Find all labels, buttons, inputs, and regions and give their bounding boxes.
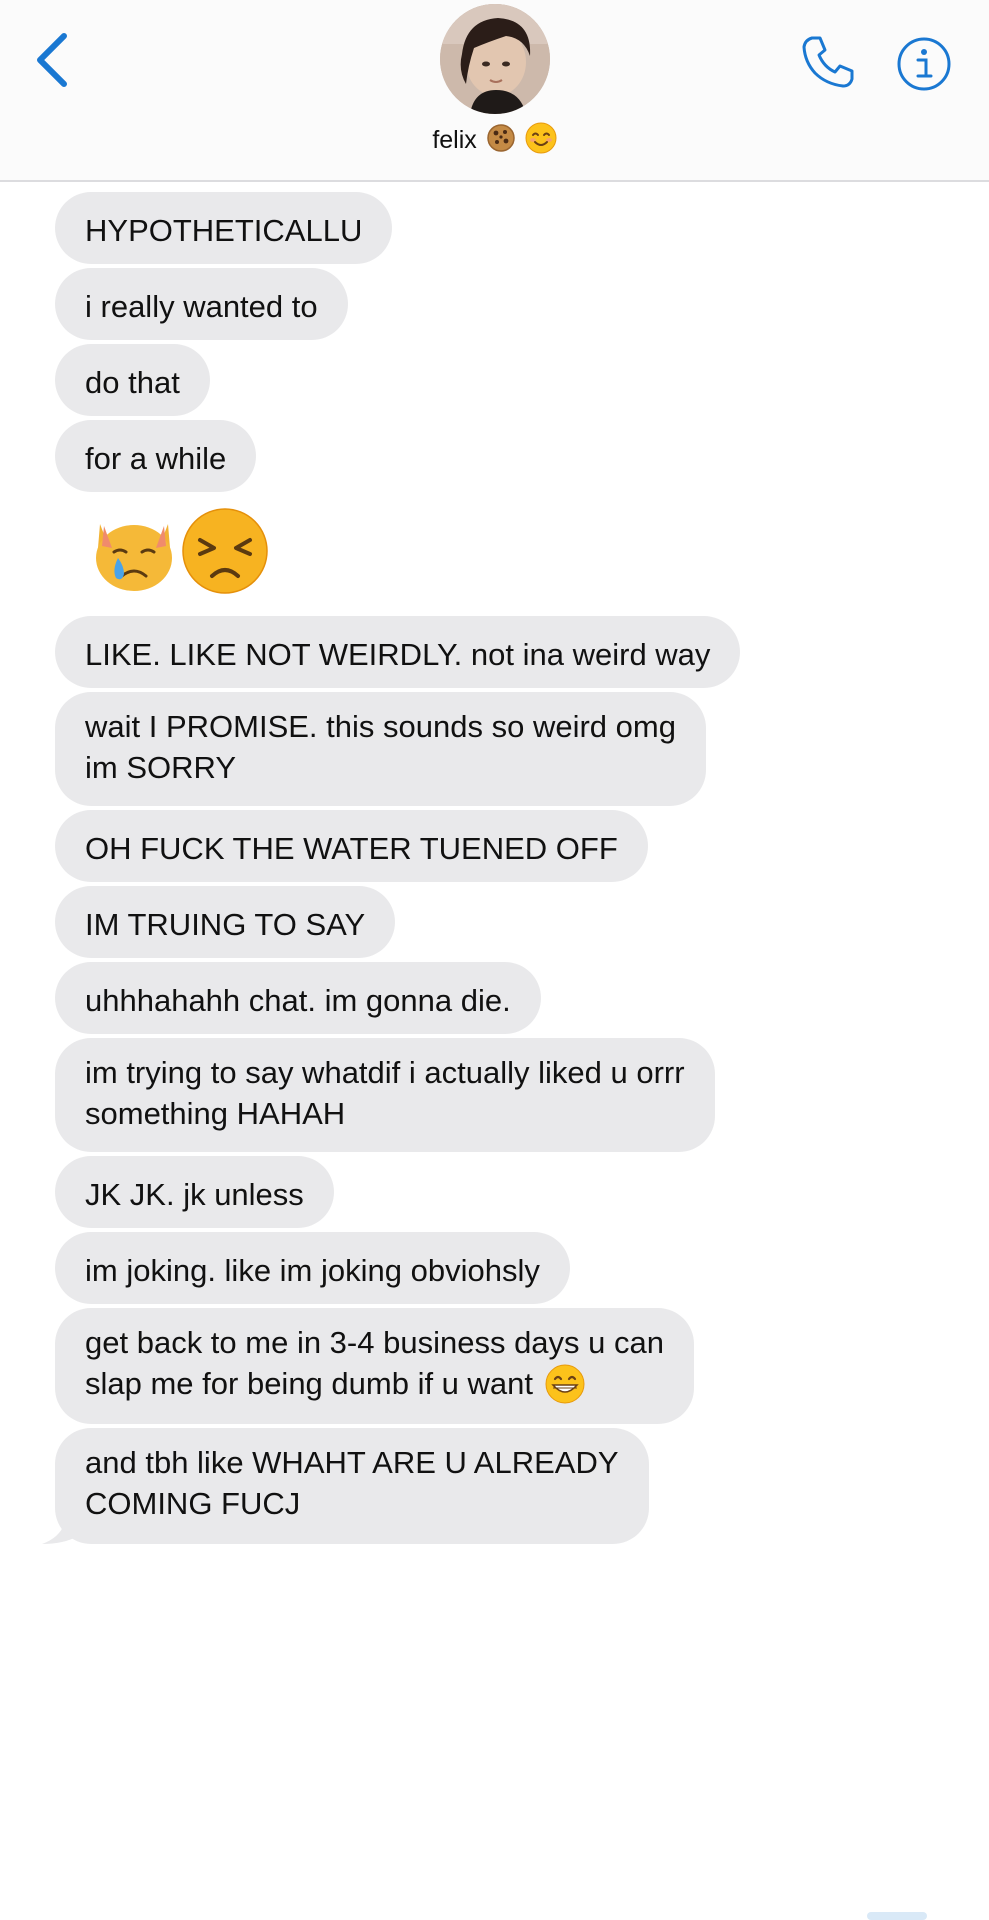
contact-name-row[interactable]: felix bbox=[0, 122, 989, 161]
back-button[interactable] bbox=[28, 28, 78, 92]
message-text: im joking. like im joking obviohsly bbox=[85, 1253, 540, 1288]
message-text: uhhhahahh chat. im gonna die. bbox=[85, 983, 511, 1018]
message-text-line: something HAHAH bbox=[85, 1096, 346, 1131]
message-text: do that bbox=[85, 365, 180, 400]
conversation-header: felix bbox=[0, 0, 989, 182]
message-bubble[interactable]: HYPOTHETICALLU bbox=[55, 192, 393, 264]
persevering-face-icon bbox=[182, 508, 268, 594]
call-button[interactable] bbox=[798, 32, 858, 92]
message-text-line: im trying to say whatdif i actually like… bbox=[85, 1055, 685, 1090]
message-bubble[interactable]: im joking. like im joking obviohsly bbox=[55, 1232, 570, 1304]
cookie-icon bbox=[486, 123, 516, 160]
message-bubble[interactable]: and tbh like WHAHT ARE U ALREADY COMING … bbox=[55, 1428, 649, 1544]
message-text-line: COMING FUCJ bbox=[85, 1486, 301, 1521]
message-text-line-wrapper: slap me for being dumb if u want bbox=[85, 1363, 664, 1407]
message-text-line: and tbh like WHAHT ARE U ALREADY bbox=[85, 1445, 619, 1480]
crying-cat-face-icon bbox=[96, 524, 172, 591]
message-bubble[interactable]: IM TRUING TO SAY bbox=[55, 886, 396, 958]
message-bubble[interactable]: OH FUCK THE WATER TUENED OFF bbox=[55, 810, 648, 882]
smiling-face-icon bbox=[525, 122, 557, 161]
chevron-left-icon bbox=[37, 33, 67, 87]
messages-screen: felix HYPOTHETICALLU i really wanted to … bbox=[0, 0, 989, 1920]
info-icon bbox=[897, 37, 951, 91]
grinning-face-icon bbox=[545, 1364, 585, 1404]
message-bubble[interactable]: get back to me in 3-4 business days u ca… bbox=[55, 1308, 694, 1424]
message-text: i really wanted to bbox=[85, 289, 318, 324]
message-text: for a while bbox=[85, 441, 227, 476]
message-bubble[interactable]: uhhhahahh chat. im gonna die. bbox=[55, 962, 541, 1034]
message-bubble[interactable]: i really wanted to bbox=[55, 268, 348, 340]
avatar-image bbox=[440, 4, 550, 114]
message-text-line: get back to me in 3-4 business days u ca… bbox=[85, 1325, 664, 1360]
message-text: OH FUCK THE WATER TUENED OFF bbox=[85, 831, 618, 866]
avatar[interactable] bbox=[440, 4, 550, 114]
bubble-tail bbox=[42, 1516, 78, 1544]
message-text: HYPOTHETICALLU bbox=[85, 213, 363, 248]
message-text-line: slap me for being dumb if u want bbox=[85, 1366, 534, 1401]
message-bubble[interactable]: JK JK. jk unless bbox=[55, 1156, 334, 1228]
message-bubble[interactable]: wait I PROMISE. this sounds so weird omg… bbox=[55, 692, 706, 806]
message-bubble[interactable]: do that bbox=[55, 344, 210, 416]
message-bubble[interactable]: im trying to say whatdif i actually like… bbox=[55, 1038, 715, 1152]
message-bubble[interactable]: for a while bbox=[55, 420, 257, 492]
info-button[interactable] bbox=[896, 36, 952, 92]
phone-icon bbox=[802, 36, 854, 88]
message-text: IM TRUING TO SAY bbox=[85, 907, 366, 942]
contact-name: felix bbox=[432, 126, 477, 155]
message-text: JK JK. jk unless bbox=[85, 1177, 304, 1212]
message-text-line: wait I PROMISE. this sounds so weird omg bbox=[85, 709, 676, 744]
message-text-line: im SORRY bbox=[85, 750, 237, 785]
message-text: LIKE. LIKE NOT WEIRDLY. not ina weird wa… bbox=[85, 637, 711, 672]
message-bubble[interactable]: LIKE. LIKE NOT WEIRDLY. not ina weird wa… bbox=[55, 616, 741, 688]
home-indicator[interactable] bbox=[867, 1912, 927, 1920]
